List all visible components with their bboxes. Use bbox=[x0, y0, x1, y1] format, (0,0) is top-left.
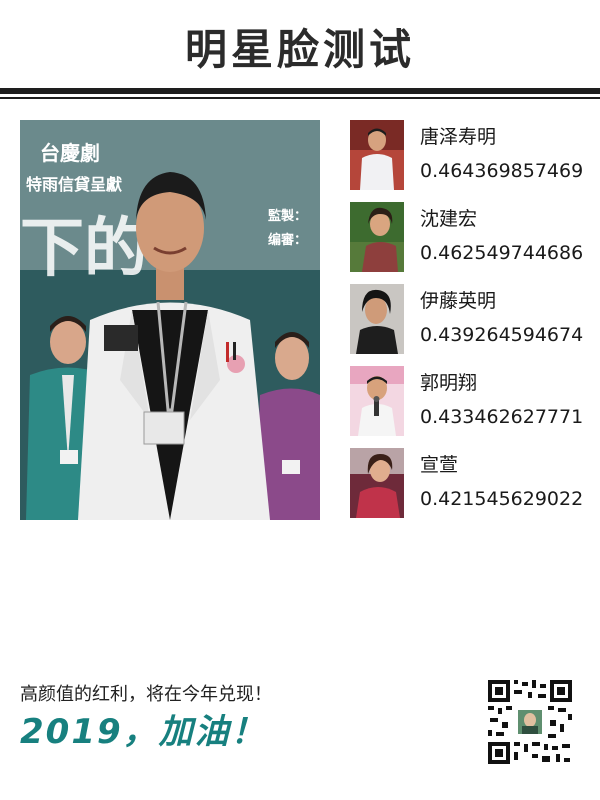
qr-code-icon bbox=[486, 678, 574, 766]
match-score: 0.464369857469 bbox=[420, 160, 584, 182]
footer-slogan: 2019，加油！ bbox=[20, 712, 267, 752]
footer-tagline: 高颜值的红利，将在今年兑现！ bbox=[20, 684, 272, 705]
main-photo: 台慶劇 特雨信貸呈獻 下的 監製： 编審： bbox=[20, 120, 320, 520]
header-divider-thick bbox=[0, 88, 600, 94]
match-name: 沈建宏 bbox=[420, 208, 478, 230]
match-photo bbox=[350, 366, 404, 436]
poster-text-big: 下的 bbox=[20, 212, 148, 286]
match-photo bbox=[350, 284, 404, 354]
match-photo bbox=[350, 120, 404, 190]
match-score: 0.433462627771 bbox=[420, 406, 584, 428]
match-item: 伊藤英明 0.439264594674 bbox=[350, 284, 595, 366]
page-title: 明星脸测试 bbox=[184, 25, 415, 74]
match-item: 宣萱 0.421545629022 bbox=[350, 448, 595, 530]
main-photo-illustration: 台慶劇 特雨信貸呈獻 下的 監製： 编審： bbox=[20, 120, 320, 520]
match-name: 郭明翔 bbox=[420, 372, 478, 394]
poster-side-2: 编審： bbox=[268, 232, 307, 248]
poster-text-sub: 特雨信貸呈獻 bbox=[26, 175, 122, 194]
match-photo bbox=[350, 448, 404, 518]
match-item: 沈建宏 0.462549744686 bbox=[350, 202, 595, 284]
match-score: 0.462549744686 bbox=[420, 242, 584, 264]
match-item: 郭明翔 0.433462627771 bbox=[350, 366, 595, 448]
match-name: 唐泽寿明 bbox=[420, 126, 497, 148]
poster-text-top: 台慶劇 bbox=[40, 141, 100, 165]
match-name: 宣萱 bbox=[420, 454, 459, 476]
match-score: 0.421545629022 bbox=[420, 488, 584, 510]
match-score: 0.439264594674 bbox=[420, 324, 584, 346]
match-item: 唐泽寿明 0.464369857469 bbox=[350, 120, 595, 202]
poster-side-1: 監製： bbox=[268, 208, 307, 224]
header-divider-thin bbox=[0, 97, 600, 99]
match-list: 唐泽寿明 0.464369857469 沈建宏 0.462549744686 伊… bbox=[350, 120, 595, 530]
match-photo bbox=[350, 202, 404, 272]
match-name: 伊藤英明 bbox=[420, 290, 497, 312]
